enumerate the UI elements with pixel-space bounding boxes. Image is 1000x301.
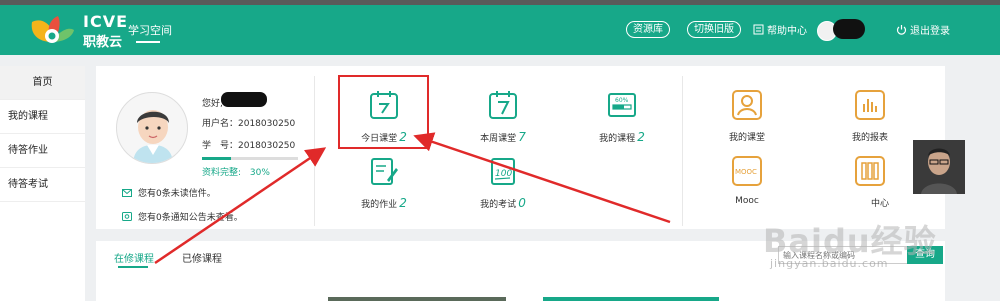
tab-active-underline [118,266,148,268]
help-icon [753,24,764,35]
icve-logo-icon[interactable] [28,12,76,46]
profile-complete: 资料完整: 30% [202,165,270,178]
watermark-logo: Baidu经验 [763,222,937,260]
tile-week-class[interactable]: 本周课堂 7 [453,90,553,144]
tile-week-class-label: 本周课堂 [480,134,517,144]
tile-mooc-label: Mooc [735,196,759,206]
tile-my-homework-count: 2 [399,196,407,210]
dashboard-panel: 您好, 用户名：2018030250 学 号：2018030250 资料完整: … [96,66,945,229]
divider-right [682,76,683,226]
tile-week-class-count: 7 [518,130,526,144]
notice-message[interactable]: 您有0条通知公告未查看。 [122,210,243,223]
logout-link[interactable]: 退出登录 [896,22,950,37]
watermark-url: jingyan.baidu.com [770,257,889,270]
my-exam-icon: 100 [491,158,515,185]
notice-icon [122,212,132,221]
sidebar-item-my-courses[interactable]: 我的课程 [0,100,85,134]
profile-complete-label: 资料完整: [202,168,242,178]
tile-my-exam[interactable]: 100 我的考试 0 [453,156,553,210]
tile-center-label: 中心 [870,199,889,209]
top-strip [0,0,1000,5]
highlight-box [338,75,429,149]
student-avatar-icon [133,110,173,163]
course-card-thumb[interactable] [543,297,719,301]
tile-my-exam-label: 我的考试 [480,200,517,210]
person-photo-icon [913,140,965,194]
greeting-text: 您好, [202,99,223,109]
tile-my-homework[interactable]: 我的作业 2 [334,156,434,210]
course-card-thumb[interactable] [328,297,506,301]
book-icon [855,156,885,186]
tile-mooc[interactable]: MOOC Mooc [697,156,797,206]
study-space-title[interactable]: 学习空间 [128,22,172,38]
logout-label: 退出登录 [910,26,950,37]
resource-library-button[interactable]: 资源库 [626,21,670,38]
sidebar-item-pending-exams[interactable]: 待答考试 [0,168,85,202]
mail-message[interactable]: 您有0条未读信件。 [122,186,216,199]
brand-name-cn: 职教云 [83,35,123,50]
profile-complete-fill [202,157,231,160]
tile-my-course[interactable]: 60% 我的课程 2 [572,90,672,144]
sidebar: 首页 我的课程 待答作业 待答考试 [0,66,85,301]
tab-in-progress[interactable]: 在修课程 [114,250,154,265]
tile-my-classroom-label: 我的课堂 [728,133,765,143]
tile-my-course-label: 我的课程 [599,134,636,144]
mooc-icon: MOOC [732,156,762,186]
sidebar-item-pending-homework[interactable]: 待答作业 [0,134,85,168]
svg-text:60%: 60% [615,97,629,104]
profile-complete-value: 30% [249,168,270,178]
divider-left [314,76,315,226]
report-icon [855,90,885,120]
tile-my-exam-count: 0 [518,196,526,210]
mail-message-text: 您有0条未读信件。 [138,189,216,199]
my-homework-icon [371,158,398,185]
my-course-icon: 60% [608,93,636,117]
tab-completed[interactable]: 已修课程 [182,250,222,265]
brand-name-en: ICVE [83,12,129,31]
switch-old-version-button[interactable]: 切换旧版 [687,21,741,38]
notice-message-text: 您有0条通知公告未查看。 [138,213,243,223]
sidebar-item-home[interactable]: 首页 [0,66,85,100]
tile-my-report[interactable]: 我的报表 [820,90,920,143]
help-center-label: 帮助中心 [767,26,807,37]
week-class-icon [489,91,517,119]
svg-text:MOOC: MOOC [735,168,757,176]
redacted-username [833,19,865,39]
profile-avatar[interactable] [116,92,188,164]
redacted-name [221,92,267,107]
mail-icon [122,188,132,197]
username-line: 用户名：2018030250 [202,119,296,129]
study-space-underline [136,41,160,43]
profile-complete-bar [202,157,298,160]
student-id-line: 学 号：2018030250 [202,141,296,151]
power-icon [896,25,907,35]
help-center-link[interactable]: 帮助中心 [753,22,807,37]
tile-my-classroom[interactable]: 我的课堂 [697,90,797,143]
top-header: ICVE 职教云 学习空间 资源库 切换旧版 帮助中心 退出登录 [0,0,1000,55]
tile-my-report-label: 我的报表 [851,133,888,143]
tile-my-course-count: 2 [637,130,645,144]
tile-my-homework-label: 我的作业 [361,200,398,210]
video-thumbnail[interactable] [913,140,965,194]
tile-center[interactable]: 中心 [820,156,920,209]
person-icon [732,90,762,120]
